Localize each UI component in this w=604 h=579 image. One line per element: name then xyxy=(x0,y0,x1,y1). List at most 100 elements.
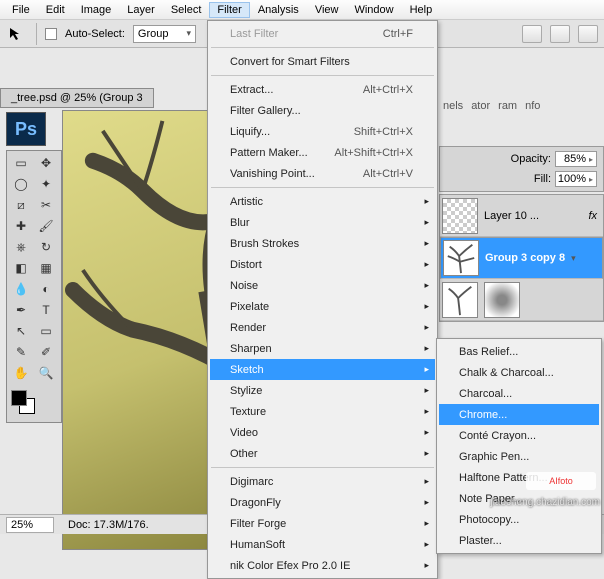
filter-dropdown: Last FilterCtrl+F Convert for Smart Filt… xyxy=(207,20,438,579)
menu-noise[interactable]: Noise xyxy=(210,275,435,296)
doc-info: Doc: 17.3M/176. xyxy=(68,519,149,531)
menu-help[interactable]: Help xyxy=(402,2,441,18)
menu-render[interactable]: Render xyxy=(210,317,435,338)
menu-separator xyxy=(211,47,434,48)
menu-analysis[interactable]: Analysis xyxy=(250,2,307,18)
menu-separator xyxy=(211,75,434,76)
auto-select-label: Auto-Select: xyxy=(65,28,125,40)
gradient-tool[interactable]: ▦ xyxy=(34,258,58,278)
slice-tool[interactable]: ✂ xyxy=(34,195,58,215)
menu-view[interactable]: View xyxy=(307,2,347,18)
panel-tab[interactable]: nels xyxy=(439,98,467,116)
submenu-charcoal[interactable]: Charcoal... xyxy=(439,383,599,404)
color-swatches[interactable] xyxy=(9,390,59,420)
notes-tool[interactable]: ✎ xyxy=(9,342,33,362)
opacity-label: Opacity: xyxy=(511,153,551,165)
menu-artistic[interactable]: Artistic xyxy=(210,191,435,212)
layer-thumbnail xyxy=(442,282,478,318)
heal-tool[interactable]: ✚ xyxy=(9,216,33,236)
menu-vanishing-point[interactable]: Vanishing Point...Alt+Ctrl+V xyxy=(210,163,435,184)
marquee-tool[interactable]: ▭ xyxy=(9,153,33,173)
menu-dragonfly[interactable]: DragonFly xyxy=(210,492,435,513)
eyedropper-tool[interactable]: ✐ xyxy=(34,342,58,362)
brush-tool[interactable]: 🖌 xyxy=(34,216,58,236)
align-button[interactable] xyxy=(550,25,570,43)
panel-tab[interactable]: nfo xyxy=(521,98,544,116)
fill-value[interactable]: 100% xyxy=(555,171,597,187)
path-tool[interactable]: ↖ xyxy=(9,321,33,341)
menu-pixelate[interactable]: Pixelate xyxy=(210,296,435,317)
wand-tool[interactable]: ✦ xyxy=(34,174,58,194)
fill-label: Fill: xyxy=(534,173,551,185)
menu-video[interactable]: Video xyxy=(210,422,435,443)
history-brush-tool[interactable]: ↻ xyxy=(34,237,58,257)
blur-tool[interactable]: 💧 xyxy=(9,279,33,299)
dodge-tool[interactable]: ◐ xyxy=(34,279,58,299)
menu-window[interactable]: Window xyxy=(346,2,401,18)
panel-tabs: nels ator ram nfo xyxy=(439,98,604,116)
menu-sharpen[interactable]: Sharpen xyxy=(210,338,435,359)
right-panels: nels ator ram nfo Opacity: 85% Fill: 100… xyxy=(439,98,604,322)
submenu-photocopy[interactable]: Photocopy... xyxy=(439,509,599,530)
menu-texture[interactable]: Texture xyxy=(210,401,435,422)
divider xyxy=(36,23,37,45)
sketch-submenu: Bas Relief... Chalk & Charcoal... Charco… xyxy=(436,338,602,554)
stamp-tool[interactable]: ⎈ xyxy=(9,237,33,257)
crop-tool[interactable]: ⧄ xyxy=(9,195,33,215)
submenu-bas-relief[interactable]: Bas Relief... xyxy=(439,341,599,362)
shape-tool[interactable]: ▭ xyxy=(34,321,58,341)
menu-layer[interactable]: Layer xyxy=(119,2,163,18)
auto-select-dropdown[interactable]: Group xyxy=(133,25,196,43)
lasso-tool[interactable]: ◯ xyxy=(9,174,33,194)
menu-select[interactable]: Select xyxy=(163,2,210,18)
menu-distort[interactable]: Distort xyxy=(210,254,435,275)
menu-humansoft[interactable]: HumanSoft xyxy=(210,534,435,555)
layer-row[interactable]: Layer 10 ... fx xyxy=(440,195,603,237)
type-tool[interactable]: T xyxy=(34,300,58,320)
panel-tab[interactable]: ram xyxy=(494,98,521,116)
menu-other[interactable]: Other xyxy=(210,443,435,464)
layer-mask-thumbnail xyxy=(484,282,520,318)
menu-edit[interactable]: Edit xyxy=(38,2,73,18)
foreground-color-swatch[interactable] xyxy=(11,390,27,406)
auto-select-checkbox[interactable] xyxy=(45,28,57,40)
menu-extract[interactable]: Extract...Alt+Ctrl+X xyxy=(210,79,435,100)
menu-filter-forge[interactable]: Filter Forge xyxy=(210,513,435,534)
align-button[interactable] xyxy=(578,25,598,43)
eraser-tool[interactable]: ◧ xyxy=(9,258,33,278)
layer-row[interactable] xyxy=(440,279,603,321)
panel-tab[interactable]: ator xyxy=(467,98,494,116)
zoom-tool[interactable]: 🔍 xyxy=(34,363,58,383)
menu-stylize[interactable]: Stylize xyxy=(210,380,435,401)
menu-digimarc[interactable]: Digimarc xyxy=(210,471,435,492)
menu-pattern-maker[interactable]: Pattern Maker...Alt+Shift+Ctrl+X xyxy=(210,142,435,163)
menu-brush-strokes[interactable]: Brush Strokes xyxy=(210,233,435,254)
submenu-plaster[interactable]: Plaster... xyxy=(439,530,599,551)
pen-tool[interactable]: ✒ xyxy=(9,300,33,320)
menu-liquify[interactable]: Liquify...Shift+Ctrl+X xyxy=(210,121,435,142)
menu-convert-smart[interactable]: Convert for Smart Filters xyxy=(210,51,435,72)
hand-tool[interactable]: ✋ xyxy=(9,363,33,383)
submenu-conte-crayon[interactable]: Conté Crayon... xyxy=(439,425,599,446)
menubar: File Edit Image Layer Select Filter Anal… xyxy=(0,0,604,20)
watermark-logo: AIfoto xyxy=(526,472,596,490)
opacity-value[interactable]: 85% xyxy=(555,151,597,167)
document-tab[interactable]: _tree.psd @ 25% (Group 3 xyxy=(0,88,154,108)
menu-image[interactable]: Image xyxy=(73,2,120,18)
submenu-chrome[interactable]: Chrome... xyxy=(439,404,599,425)
layer-name: Layer 10 ... xyxy=(484,210,539,222)
submenu-graphic-pen[interactable]: Graphic Pen... xyxy=(439,446,599,467)
layers-panel: Layer 10 ... fx Group 3 copy 8 xyxy=(439,194,604,322)
menu-last-filter: Last FilterCtrl+F xyxy=(210,23,435,44)
menu-file[interactable]: File xyxy=(4,2,38,18)
zoom-field[interactable]: 25% xyxy=(6,517,54,533)
align-button[interactable] xyxy=(522,25,542,43)
menu-nik-color-efex[interactable]: nik Color Efex Pro 2.0 IE xyxy=(210,555,435,576)
menu-sketch[interactable]: Sketch xyxy=(210,359,435,380)
menu-filter-gallery[interactable]: Filter Gallery... xyxy=(210,100,435,121)
move-tool[interactable]: ✥ xyxy=(34,153,58,173)
menu-blur[interactable]: Blur xyxy=(210,212,435,233)
layer-row[interactable]: Group 3 copy 8 xyxy=(440,237,603,279)
submenu-chalk-charcoal[interactable]: Chalk & Charcoal... xyxy=(439,362,599,383)
menu-filter[interactable]: Filter xyxy=(209,2,249,18)
